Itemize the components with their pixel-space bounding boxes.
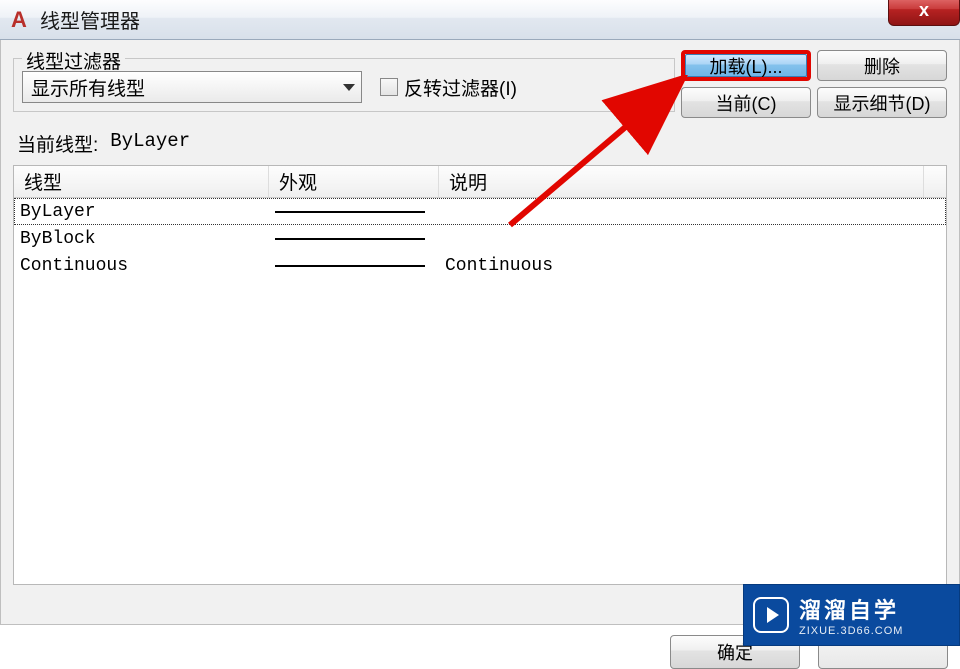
cell-description: Continuous [439, 256, 946, 276]
invert-filter-label: 反转过滤器(I) [404, 74, 517, 101]
table-body: ByLayer ByBlock Continuous Continuous [14, 198, 946, 279]
invert-filter-checkbox[interactable]: 反转过滤器(I) [380, 74, 517, 101]
filter-dropdown-value: 显示所有线型 [31, 74, 145, 101]
dialog-content: 线型过滤器 显示所有线型 反转过滤器(I) 加载(L)... 删除 [0, 40, 960, 625]
filter-group: 线型过滤器 显示所有线型 反转过滤器(I) [13, 58, 675, 112]
app-icon-letter: A [11, 7, 27, 33]
load-button[interactable]: 加载(L)... [681, 50, 811, 81]
cell-appearance [269, 211, 439, 213]
chevron-down-icon [343, 84, 355, 91]
cell-name: Continuous [14, 256, 269, 276]
current-linetype-row: 当前线型: ByLayer [13, 126, 947, 163]
linetype-sample-icon [275, 238, 425, 240]
current-button[interactable]: 当前(C) [681, 87, 811, 118]
table-row[interactable]: Continuous Continuous [14, 252, 946, 279]
window-title: 线型管理器 [40, 5, 140, 34]
delete-button[interactable]: 删除 [817, 50, 947, 81]
watermark-url: ZIXUE.3D66.COM [799, 625, 903, 637]
current-button-label: 当前(C) [716, 90, 777, 116]
watermark-badge: 溜溜自学 ZIXUE.3D66.COM [743, 584, 960, 646]
filter-legend: 线型过滤器 [22, 47, 125, 74]
close-icon: x [919, 0, 929, 21]
table-row[interactable]: ByBlock [14, 225, 946, 252]
details-button[interactable]: 显示细节(D) [817, 87, 947, 118]
table-row[interactable]: ByLayer [14, 198, 946, 225]
top-controls-row: 线型过滤器 显示所有线型 反转过滤器(I) 加载(L)... 删除 [13, 48, 947, 118]
linetype-sample-icon [275, 265, 425, 267]
linetype-sample-icon [275, 211, 425, 213]
current-linetype-label: 当前线型: [17, 130, 98, 157]
watermark-brand: 溜溜自学 [799, 593, 903, 625]
cell-name: ByBlock [14, 229, 269, 249]
cell-appearance [269, 265, 439, 267]
column-header-name[interactable]: 线型 [14, 166, 269, 197]
cell-name: ByLayer [14, 202, 269, 222]
app-icon: A [6, 7, 32, 33]
checkbox-box-icon [380, 78, 398, 96]
column-header-description[interactable]: 说明 [439, 166, 924, 197]
table-header-row: 线型 外观 说明 [14, 166, 946, 198]
close-button[interactable]: x [888, 0, 960, 26]
titlebar: A 线型管理器 x [0, 0, 960, 40]
action-buttons-column: 加载(L)... 删除 当前(C) 显示细节(D) [681, 50, 947, 118]
filter-dropdown[interactable]: 显示所有线型 [22, 71, 362, 103]
column-header-appearance[interactable]: 外观 [269, 166, 439, 197]
load-button-label: 加载(L)... [709, 53, 782, 79]
current-linetype-value: ByLayer [110, 130, 190, 157]
linetype-table: 线型 外观 说明 ByLayerByBlockContinuousContinu… [13, 165, 947, 585]
cell-appearance [269, 238, 439, 240]
details-button-label: 显示细节(D) [834, 90, 931, 116]
delete-button-label: 删除 [864, 53, 900, 79]
play-icon [753, 597, 789, 633]
column-header-spacer [924, 166, 946, 197]
